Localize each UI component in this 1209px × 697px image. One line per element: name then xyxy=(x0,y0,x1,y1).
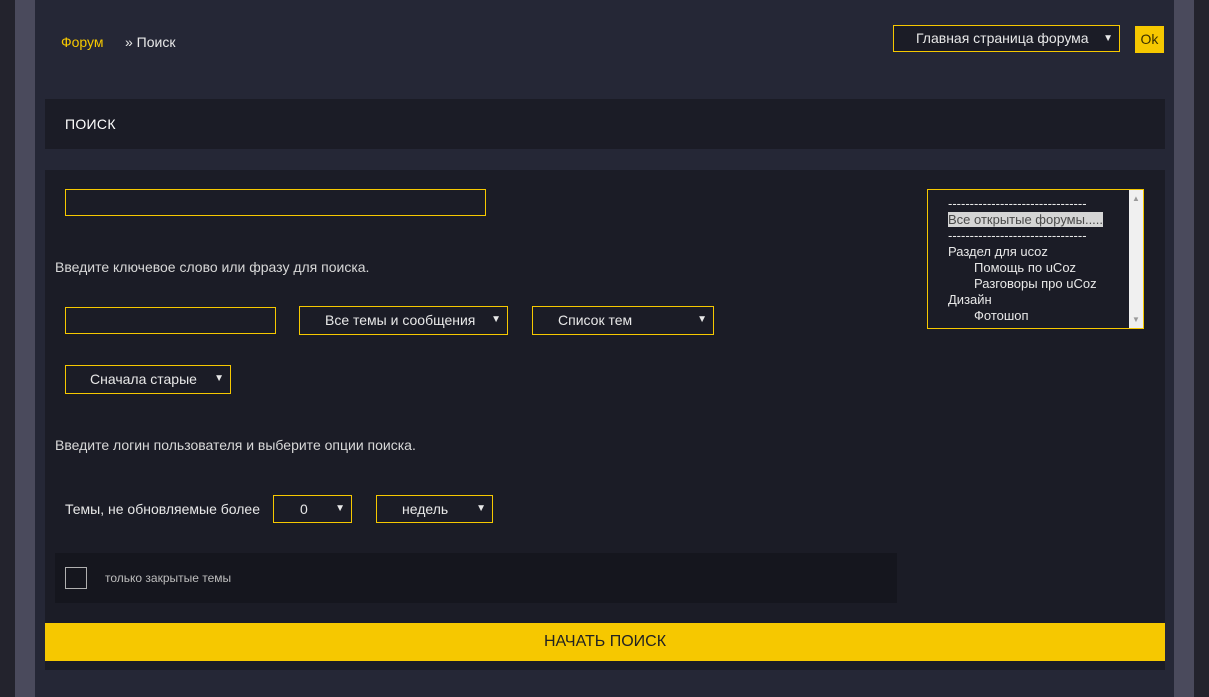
topic-age-value-select[interactable]: 0 ▼ xyxy=(273,495,352,523)
topic-age-label: Темы, не обновляемые более xyxy=(65,501,261,517)
keyword-hint: Введите ключевое слово или фразу для пои… xyxy=(55,259,370,275)
section-title-bar: ПОИСК xyxy=(45,99,1165,149)
forum-option[interactable]: Разговоры про uCoz xyxy=(974,276,1097,291)
forum-option[interactable]: -------------------------------- xyxy=(948,228,1087,243)
listbox-scrollbar[interactable]: ▲ ▼ xyxy=(1129,190,1143,328)
forum-option[interactable]: -------------------------------- xyxy=(948,196,1087,211)
start-search-button[interactable]: НАЧАТЬ ПОИСК xyxy=(45,623,1165,661)
page-edge-right xyxy=(1194,0,1209,697)
chevron-down-icon: ▼ xyxy=(1103,33,1113,44)
forum-option[interactable]: Фотошоп xyxy=(974,308,1029,323)
scroll-down-icon[interactable]: ▼ xyxy=(1132,315,1140,324)
closed-only-label: только закрытые темы xyxy=(105,571,232,585)
keyword-input[interactable] xyxy=(65,189,486,216)
forum-option[interactable]: Дизайн xyxy=(948,292,992,307)
chevron-down-icon: ▼ xyxy=(491,314,501,325)
closed-only-row: только закрытые темы xyxy=(55,553,897,603)
breadcrumb-forum-link[interactable]: Форум xyxy=(61,34,104,50)
result-view-value: Список тем xyxy=(558,312,633,328)
page-edge-left xyxy=(0,0,15,697)
forum-option[interactable]: Все открытые форумы..... xyxy=(948,212,1104,227)
topic-age-value: 0 xyxy=(300,501,308,517)
main-container: Форум » Поиск Главная страница форума ▼ … xyxy=(35,0,1174,697)
chevron-down-icon: ▼ xyxy=(214,373,224,384)
forum-jump-value: Главная страница форума xyxy=(916,30,1089,46)
topic-age-unit-select[interactable]: недель ▼ xyxy=(376,495,493,523)
sort-order-select[interactable]: Сначала старые ▼ xyxy=(65,365,231,394)
result-view-select[interactable]: Список тем ▼ xyxy=(532,306,714,335)
scroll-up-icon[interactable]: ▲ xyxy=(1132,194,1140,203)
forum-option[interactable]: Помощь по uCoz xyxy=(974,260,1076,275)
chevron-down-icon: ▼ xyxy=(476,503,486,514)
page-title: ПОИСК xyxy=(65,116,116,132)
topic-age-unit: недель xyxy=(402,501,449,517)
forum-option[interactable]: Раздел для ucoz xyxy=(948,244,1048,259)
user-hint: Введите логин пользователя и выберите оп… xyxy=(55,437,416,453)
user-login-input[interactable] xyxy=(65,307,276,334)
closed-only-checkbox[interactable] xyxy=(65,567,87,589)
breadcrumb-current: » Поиск xyxy=(125,34,176,50)
search-scope-value: Все темы и сообщения xyxy=(325,312,476,328)
forum-jump-select[interactable]: Главная страница форума ▼ xyxy=(893,25,1120,52)
search-form-panel: Введите ключевое слово или фразу для пои… xyxy=(45,170,1165,670)
chevron-down-icon: ▼ xyxy=(335,503,345,514)
forum-listbox[interactable]: -------------------------------- Все откр… xyxy=(927,189,1144,329)
search-scope-select[interactable]: Все темы и сообщения ▼ xyxy=(299,306,508,335)
jump-ok-button[interactable]: Ok xyxy=(1135,26,1164,53)
sort-order-value: Сначала старые xyxy=(90,371,197,387)
chevron-down-icon: ▼ xyxy=(697,314,707,325)
